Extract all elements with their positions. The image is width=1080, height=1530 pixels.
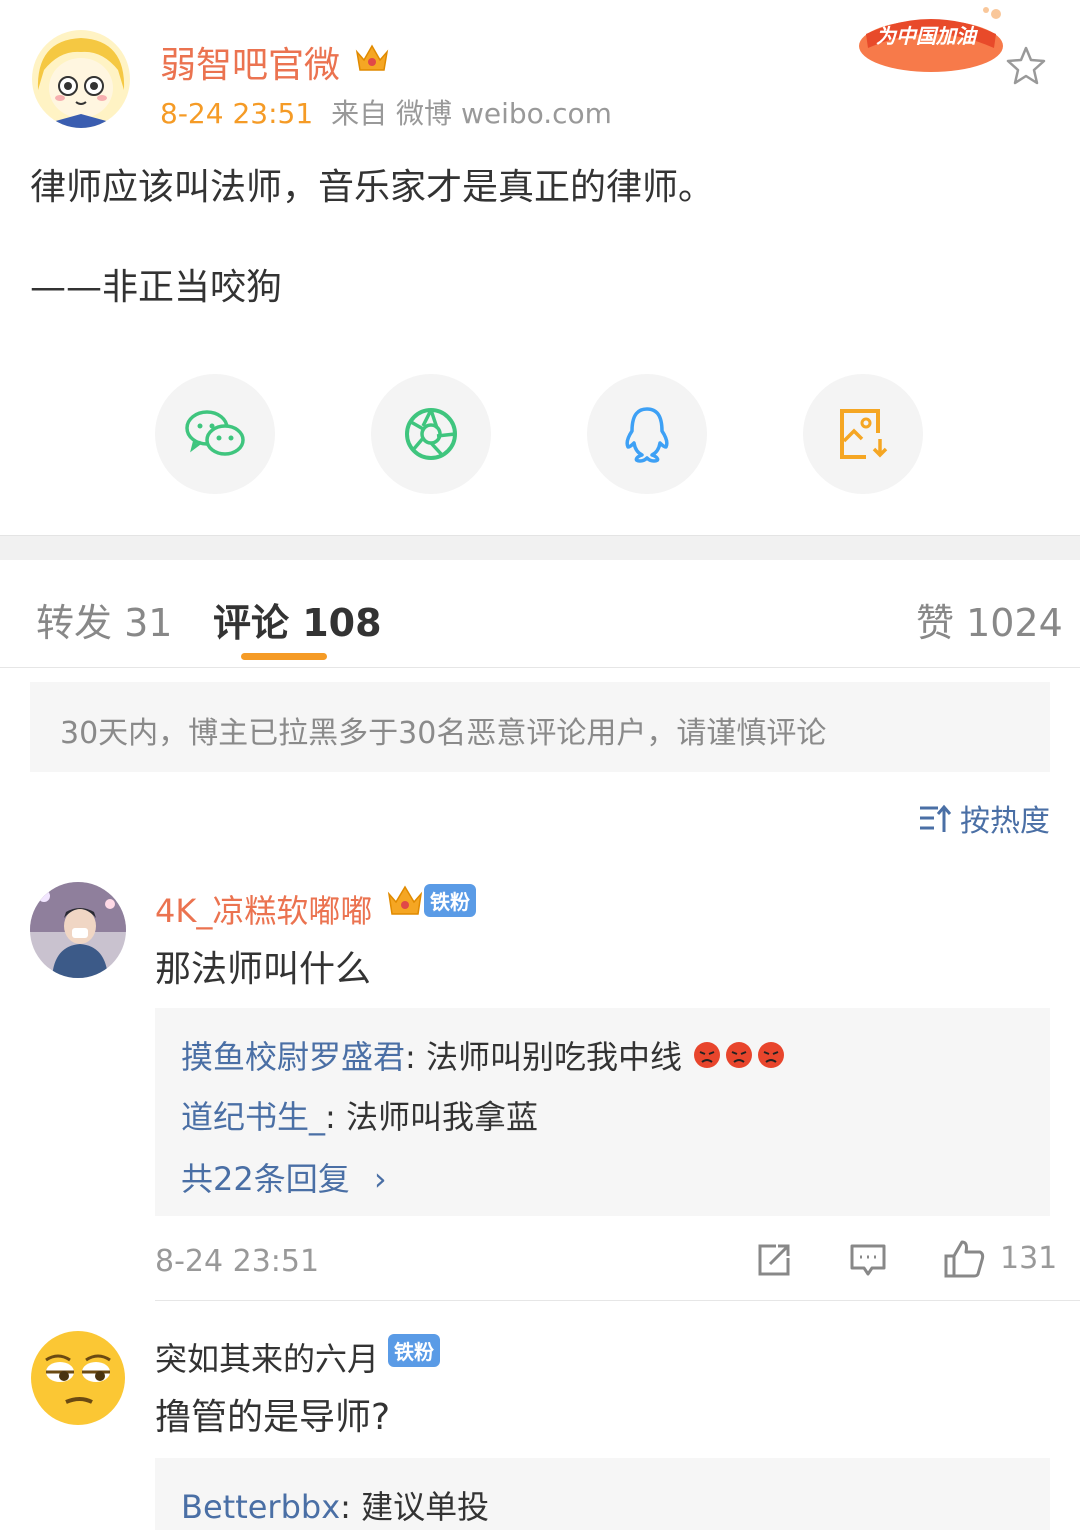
- sort-button[interactable]: 按热度: [918, 796, 1050, 840]
- comment-divider: [155, 1300, 1080, 1301]
- reply-item[interactable]: 道纪书生_: 法师叫我拿蓝: [181, 1092, 538, 1138]
- post-time: 8-24 23:51: [160, 97, 314, 130]
- like-comment-button[interactable]: 131: [942, 1236, 1057, 1280]
- repost-comment-button[interactable]: [754, 1240, 794, 1284]
- comment-notice: 30天内，博主已拉黑多于30名恶意评论用户，请谨慎评论: [30, 682, 1050, 772]
- crown-icon: [354, 40, 390, 80]
- moments-icon: [405, 408, 457, 460]
- save-image-button[interactable]: [803, 374, 923, 494]
- tab-repost[interactable]: 转发 31: [36, 592, 172, 647]
- unamused-emoji-icon: [31, 1331, 125, 1425]
- repost-icon: [758, 1244, 790, 1276]
- reply-item[interactable]: Betterbbx: 建议单投: [181, 1482, 489, 1528]
- event-badge-text: 为中国加油: [876, 24, 976, 48]
- more-replies-link[interactable]: 共22条回复 ›: [181, 1154, 387, 1200]
- thumbs-up-icon: [944, 1240, 985, 1278]
- commenter-name[interactable]: 4K_凉糕软嘟嘟: [155, 886, 372, 932]
- fan-badge-group: 铁粉: [388, 1334, 440, 1367]
- reply-text: : 法师叫我拿蓝: [325, 1098, 538, 1136]
- comment-text: 撸管的是导师?: [155, 1397, 391, 1438]
- fan-badge-group: 铁粉: [386, 882, 476, 918]
- author-name[interactable]: 弱智吧官微: [160, 36, 340, 88]
- commenter-avatar[interactable]: [30, 1330, 126, 1426]
- save-image-icon: [840, 409, 888, 459]
- fan-badge: 铁粉: [424, 883, 476, 917]
- share-wechat-button[interactable]: [155, 374, 275, 494]
- comment-icon: [850, 1244, 886, 1276]
- share-row: [0, 374, 1080, 494]
- angry-emoji-icon: [692, 1040, 788, 1078]
- post-meta: 8-24 23:51 来自 微博 weibo.com: [160, 92, 612, 132]
- tab-bottom-border: [0, 667, 1080, 668]
- crown-icon: [387, 885, 423, 915]
- active-tab-indicator: [241, 653, 327, 660]
- post-source: 来自 微博 weibo.com: [331, 97, 612, 130]
- reply-box[interactable]: Betterbbx: 建议单投: [155, 1458, 1050, 1530]
- post-text-line2: ——非正当咬狗: [30, 267, 283, 308]
- reply-user[interactable]: 道纪书生_: [181, 1098, 325, 1136]
- reply-item[interactable]: 摸鱼校尉罗盛君: 法师叫别吃我中线: [181, 1032, 788, 1078]
- favorite-star-icon[interactable]: [1004, 44, 1048, 92]
- notice-text: 30天内，博主已拉黑多于30名恶意评论用户，请谨慎评论: [60, 716, 827, 751]
- sort-icon: [920, 804, 952, 832]
- commenter-avatar[interactable]: [30, 882, 126, 978]
- share-qq-button[interactable]: [587, 374, 707, 494]
- more-replies-label: 共22条回复: [181, 1160, 350, 1198]
- reply-user[interactable]: 摸鱼校尉罗盛君: [181, 1038, 405, 1076]
- event-badge[interactable]: 为中国加油: [856, 6, 1006, 76]
- fan-badge: 铁粉: [388, 1334, 440, 1367]
- reply-text: : 建议单投: [340, 1488, 490, 1526]
- like-count: 131: [1000, 1240, 1058, 1276]
- commenter-name[interactable]: 突如其来的六月: [155, 1334, 379, 1380]
- author-avatar[interactable]: [32, 30, 130, 128]
- reply-user[interactable]: Betterbbx: [181, 1488, 340, 1526]
- reply-comment-button[interactable]: [848, 1240, 888, 1284]
- post-text-line1: 律师应该叫法师，音乐家才是真正的律师。: [30, 167, 715, 208]
- qq-icon: [625, 407, 669, 463]
- tab-comment[interactable]: 评论 108: [213, 592, 382, 647]
- reply-text: : 法师叫别吃我中线: [405, 1038, 682, 1076]
- comment-text: 那法师叫什么: [155, 949, 372, 990]
- wechat-icon: [185, 410, 245, 456]
- share-moments-button[interactable]: [371, 374, 491, 494]
- section-divider: [0, 535, 1080, 560]
- comment-time: 8-24 23:51: [155, 1244, 320, 1279]
- sort-label: 按热度: [960, 804, 1050, 839]
- chevron-right-icon: ›: [373, 1160, 387, 1198]
- reply-box[interactable]: 摸鱼校尉罗盛君: 法师叫别吃我中线 道纪书生_: 法师叫我拿蓝 共22条回复 ›: [155, 1008, 1050, 1216]
- tab-like[interactable]: 赞 1024: [916, 592, 1063, 647]
